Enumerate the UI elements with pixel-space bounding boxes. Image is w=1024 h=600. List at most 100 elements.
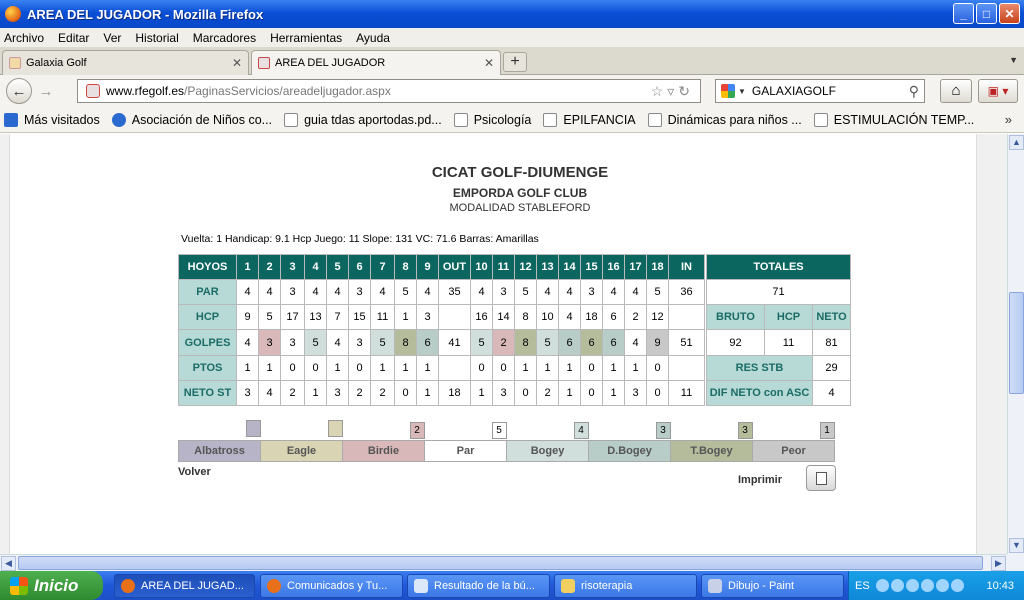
bruto-header: BRUTO: [706, 304, 765, 330]
task-risoterapia[interactable]: risoterapia: [554, 574, 697, 598]
close-tab-icon[interactable]: ✕: [232, 56, 242, 70]
language-indicator[interactable]: ES: [855, 580, 870, 592]
ptos-row: PTOS 1 1 0 0 1 0 1 1 1 0 0 1 1 1 0 1 1 0 RES STB 29: [178, 355, 851, 381]
score-cell: 6: [416, 329, 439, 356]
score-cell: 14: [492, 304, 515, 330]
header-cell: 14: [558, 254, 581, 280]
bookmark-epilfancia[interactable]: EPILFANCIA: [543, 112, 636, 127]
legend-labels-row: Albatross Eagle Birdie Par Bogey D.Bogey T.Bog…: [178, 440, 835, 462]
header-cell: 6: [348, 254, 371, 280]
score-cell: 17: [280, 304, 305, 330]
url-text[interactable]: www.rfegolf.es/PaginasServicios/areadelj…: [106, 84, 391, 98]
scroll-left-arrow[interactable]: ◀: [1, 556, 16, 571]
search-input[interactable]: GALAXIAGOLF: [752, 84, 836, 98]
search-icon[interactable]: ⚲: [909, 83, 919, 100]
score-cell: 4: [258, 380, 281, 406]
print-button[interactable]: [806, 465, 836, 491]
home-button[interactable]: ⌂: [940, 79, 972, 103]
close-tab-icon[interactable]: ✕: [484, 56, 494, 70]
menu-archivo[interactable]: Archivo: [4, 31, 44, 45]
tray-volume-icon[interactable]: [905, 579, 919, 592]
vertical-scrollbar[interactable]: ▲ ▼: [1007, 134, 1024, 554]
bookmark-guia[interactable]: guia tdas aportodas.pd...: [284, 112, 442, 127]
back-button[interactable]: ←: [6, 78, 32, 104]
chevron-more-icon[interactable]: »: [1005, 112, 1012, 127]
tray-security-icon[interactable]: [920, 579, 934, 592]
header-cell: 16: [602, 254, 625, 280]
score-cell: 13: [304, 304, 327, 330]
score-cell: 3: [236, 380, 259, 406]
legend-count: 1: [819, 421, 835, 439]
bookmark-psicologia[interactable]: Psicología: [453, 112, 531, 127]
bookmark-mas-visitados[interactable]: Más visitados: [4, 112, 100, 127]
horizontal-scrollbar[interactable]: ◀ ▶: [0, 554, 1007, 571]
bookmark-estimulacion[interactable]: ESTIMULACIÓN TEMP...: [813, 112, 974, 127]
legend-label: Par: [424, 440, 507, 462]
volver-link[interactable]: Volver: [178, 466, 211, 478]
tab-label: Galaxia Golf: [26, 57, 87, 69]
bookmark-dinamicas[interactable]: Dinámicas para niños ...: [647, 112, 802, 127]
score-cell: 4: [624, 329, 647, 356]
score-cell: 3: [280, 329, 305, 356]
start-button[interactable]: Inicio: [0, 571, 103, 600]
system-tray: ES 10:43: [848, 571, 1024, 600]
addon-button[interactable]: ▣ ▾: [978, 79, 1018, 103]
task-resultado[interactable]: Resultado de la bú...: [407, 574, 550, 598]
vertical-scroll-thumb[interactable]: [1009, 292, 1024, 394]
task-paint[interactable]: Dibujo - Paint: [701, 574, 844, 598]
task-comunicados[interactable]: Comunicados y Tu...: [260, 574, 403, 598]
header-cell: 4: [304, 254, 327, 280]
site-identity-icon[interactable]: [86, 84, 100, 98]
menu-ver[interactable]: Ver: [103, 31, 121, 45]
score-cell: 0: [470, 355, 493, 381]
dif-neto-label: DIF NETO con ASC: [706, 380, 813, 406]
chevron-down-icon[interactable]: ▼: [738, 87, 746, 96]
totales-header: TOTALES: [706, 254, 851, 280]
maximize-button[interactable]: □: [976, 3, 997, 24]
firefox-icon: [5, 6, 21, 22]
menu-herramientas[interactable]: Herramientas: [270, 31, 342, 45]
scroll-right-arrow[interactable]: ▶: [991, 556, 1006, 571]
row-label: PAR: [178, 279, 237, 305]
tab-area-del-jugador[interactable]: AREA DEL JUGADOR ✕: [251, 50, 501, 75]
tray-expand-icon[interactable]: [875, 579, 889, 592]
close-button[interactable]: ✕: [999, 3, 1020, 24]
folder-icon: [4, 112, 18, 127]
new-tab-button[interactable]: +: [503, 52, 527, 72]
list-tabs-icon[interactable]: ▼: [1009, 55, 1018, 65]
score-cell: 15: [348, 304, 371, 330]
score-cell: 1: [602, 355, 625, 381]
search-bar[interactable]: ▼ GALAXIAGOLF ⚲: [715, 79, 925, 103]
legend-count-cell: 4: [507, 420, 589, 441]
task-firefox-area[interactable]: AREA DEL JUGAD...: [114, 574, 255, 598]
horizontal-scroll-thumb[interactable]: [18, 556, 983, 570]
tray-network-icon[interactable]: [890, 579, 904, 592]
bookmark-star-icon[interactable]: ☆▿↻: [651, 83, 694, 100]
imprimir-label: Imprimir: [738, 474, 783, 486]
address-bar[interactable]: www.rfegolf.es/PaginasServicios/areadelj…: [77, 79, 701, 103]
forward-button[interactable]: →: [33, 78, 59, 104]
menu-historial[interactable]: Historial: [135, 31, 178, 45]
tray-app-icon[interactable]: [950, 579, 964, 592]
minimize-button[interactable]: _: [953, 3, 974, 24]
bookmark-asociacion[interactable]: Asociación de Niños co...: [111, 112, 272, 127]
google-icon[interactable]: [721, 84, 735, 98]
tray-update-icon[interactable]: [935, 579, 949, 592]
score-cell: 5: [646, 279, 669, 305]
score-cell: 0: [580, 380, 603, 406]
scroll-down-arrow[interactable]: ▼: [1009, 538, 1024, 553]
legend-count-cell: [261, 420, 343, 441]
firefox-icon: [121, 579, 135, 593]
score-cell: 1: [602, 380, 625, 406]
score-cell: 1: [624, 355, 647, 381]
score-cell: 3: [280, 279, 305, 305]
tab-galaxia-golf[interactable]: Galaxia Golf ✕: [2, 50, 249, 75]
menu-editar[interactable]: Editar: [58, 31, 89, 45]
neto-header: NETO: [812, 304, 851, 330]
score-cell: 1: [304, 380, 327, 406]
menu-ayuda[interactable]: Ayuda: [356, 31, 390, 45]
menu-marcadores[interactable]: Marcadores: [193, 31, 256, 45]
score-cell: 5: [536, 329, 559, 356]
scroll-up-arrow[interactable]: ▲: [1009, 135, 1024, 150]
page-icon: [453, 112, 468, 127]
